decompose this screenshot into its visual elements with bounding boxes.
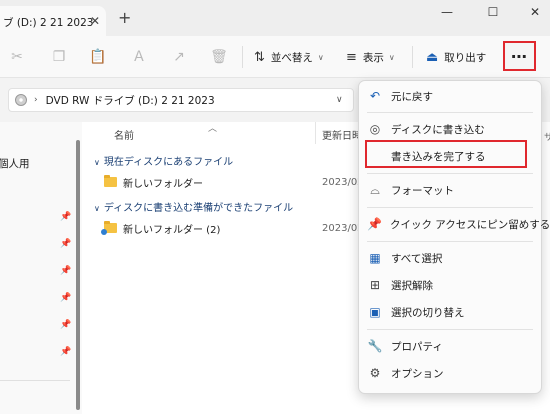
file-row[interactable]: 新しいフォルダー (2) bbox=[101, 220, 221, 236]
menu-separator bbox=[367, 329, 533, 330]
pin-icon[interactable]: 📌 bbox=[60, 239, 71, 249]
chevron-down-icon: ∨ bbox=[317, 52, 324, 62]
eject-label: 取り出す bbox=[444, 51, 487, 64]
menu-item-options[interactable]: ⚙ オプション bbox=[359, 360, 541, 386]
group-header-current[interactable]: ∨ 現在ディスクにあるファイル bbox=[94, 153, 233, 168]
burn-disc-icon: ◎ bbox=[369, 122, 381, 136]
view-label: 表示 bbox=[362, 51, 384, 64]
view-button[interactable]: ≡ 表示 ∨ bbox=[346, 47, 395, 67]
menu-item-burn[interactable]: ◎ ディスクに書き込む bbox=[359, 116, 541, 142]
address-bar[interactable]: › DVD RW ドライブ (D:) 2 21 2023 ∨ bbox=[8, 88, 354, 112]
nav-scrollbar[interactable] bbox=[76, 140, 80, 410]
rename-icon[interactable]: Ａ bbox=[130, 48, 148, 66]
nav-item-personal[interactable]: 個人用 bbox=[0, 156, 30, 171]
gear-icon: ⚙ bbox=[369, 366, 381, 380]
menu-label: 選択解除 bbox=[391, 279, 433, 292]
menu-separator bbox=[367, 207, 533, 208]
tab-drive[interactable]: ブ (D:) 2 21 2023 ✕ bbox=[0, 6, 106, 36]
select-all-icon: ▦ bbox=[369, 251, 381, 265]
view-icon: ≡ bbox=[346, 49, 357, 65]
pin-icon[interactable]: 📌 bbox=[60, 212, 71, 222]
menu-item-properties[interactable]: 🔧 プロパティ bbox=[359, 333, 541, 359]
toolbar-separator bbox=[242, 46, 243, 68]
group-label: 現在ディスクにあるファイル bbox=[103, 157, 234, 168]
sort-button[interactable]: ⇅ 並べ替え ∨ bbox=[254, 47, 324, 67]
menu-item-pin-quick-access[interactable]: 📌 クイック アクセスにピン留めする bbox=[359, 211, 550, 237]
tab-strip: ブ (D:) 2 21 2023 ✕ + — ☐ ✕ bbox=[0, 0, 550, 36]
menu-label: フォーマット bbox=[391, 184, 454, 197]
group-header-ready[interactable]: ∨ ディスクに書き込む準備ができたファイル bbox=[94, 199, 293, 214]
cut-icon[interactable]: ✂ bbox=[8, 48, 26, 66]
sort-label: 並べ替え bbox=[270, 51, 313, 64]
disc-icon bbox=[15, 94, 27, 106]
format-drive-icon: ⌓ bbox=[370, 182, 380, 197]
sort-arrow-icon: ︿ bbox=[208, 124, 218, 134]
menu-label: ディスクに書き込む bbox=[391, 123, 485, 136]
new-tab-icon[interactable]: + bbox=[118, 10, 131, 26]
file-name: 新しいフォルダー bbox=[123, 178, 203, 190]
folder-burn-icon bbox=[101, 221, 117, 235]
eject-button[interactable]: ⏏ 取り出す bbox=[426, 47, 486, 67]
chevron-down-icon: ∨ bbox=[388, 52, 395, 62]
pin-icon[interactable]: 📌 bbox=[60, 320, 71, 330]
menu-item-invert-selection[interactable]: ▣ 選択の切り替え bbox=[359, 299, 541, 325]
highlight-box bbox=[365, 140, 527, 168]
tab-title: ブ (D:) 2 21 2023 bbox=[3, 17, 94, 29]
menu-label: すべて選択 bbox=[391, 252, 443, 265]
select-none-icon: ⊞ bbox=[369, 278, 381, 292]
menu-item-format[interactable]: ⌓ フォーマット bbox=[359, 177, 541, 203]
pin-icon[interactable]: 📌 bbox=[60, 347, 71, 357]
sort-icon: ⇅ bbox=[254, 49, 265, 65]
nav-divider bbox=[0, 380, 70, 381]
menu-separator bbox=[367, 173, 533, 174]
menu-separator bbox=[367, 112, 533, 113]
menu-separator bbox=[367, 241, 533, 242]
folder-icon bbox=[104, 175, 117, 187]
pin-icon[interactable]: 📌 bbox=[60, 293, 71, 303]
paste-icon[interactable]: 📋 bbox=[89, 48, 107, 66]
toolbar-separator bbox=[412, 46, 413, 68]
column-header-size[interactable]: サ bbox=[544, 130, 550, 143]
wrench-icon: 🔧 bbox=[367, 339, 383, 353]
chevron-down-icon: ∨ bbox=[94, 204, 100, 213]
column-header-name[interactable]: 名前 bbox=[114, 127, 134, 142]
address-path: DVD RW ドライブ (D:) 2 21 2023 bbox=[45, 94, 215, 107]
chevron-down-icon: ∨ bbox=[94, 158, 100, 167]
file-row[interactable]: 新しいフォルダー bbox=[104, 174, 203, 190]
more-options-menu: ↶ 元に戻す ◎ ディスクに書き込む 書き込みを完了する ⌓ フォーマット 📌 … bbox=[358, 80, 550, 394]
delete-icon[interactable]: 🗑 bbox=[210, 48, 228, 66]
close-icon[interactable]: ✕ bbox=[90, 14, 100, 28]
file-name: 新しいフォルダー (2) bbox=[123, 224, 221, 236]
chevron-down-icon[interactable]: ∨ bbox=[336, 95, 343, 105]
group-label: ディスクに書き込む準備ができたファイル bbox=[103, 203, 294, 214]
share-icon[interactable]: ↗ bbox=[170, 48, 188, 66]
more-options-button[interactable]: ⋯ bbox=[503, 41, 536, 71]
menu-label: 元に戻す bbox=[391, 90, 433, 103]
window-close-icon[interactable]: ✕ bbox=[520, 0, 550, 24]
eject-icon: ⏏ bbox=[426, 49, 439, 65]
column-header-date[interactable]: 更新日時 bbox=[322, 127, 362, 142]
navigation-pane: 個人用 📌 📌 📌 📌 📌 📌 bbox=[0, 122, 82, 414]
menu-item-select-none[interactable]: ⊞ 選択解除 bbox=[359, 272, 541, 298]
pin-icon[interactable]: 📌 bbox=[60, 266, 71, 276]
menu-item-undo[interactable]: ↶ 元に戻す bbox=[359, 83, 541, 109]
menu-label: クイック アクセスにピン留めする bbox=[389, 218, 550, 231]
column-divider[interactable] bbox=[315, 122, 316, 144]
copy-icon[interactable]: ❐ bbox=[50, 48, 68, 66]
chevron-right-icon[interactable]: › bbox=[34, 95, 38, 105]
invert-selection-icon: ▣ bbox=[369, 305, 381, 319]
command-bar: ✂ ❐ 📋 Ａ ↗ 🗑 ⇅ 並べ替え ∨ ≡ 表示 ∨ ⏏ 取り出す bbox=[0, 36, 550, 78]
menu-label: 選択の切り替え bbox=[391, 306, 465, 319]
maximize-icon[interactable]: ☐ bbox=[478, 0, 508, 24]
menu-label: プロパティ bbox=[391, 340, 443, 353]
undo-icon: ↶ bbox=[369, 89, 381, 103]
menu-label: オプション bbox=[391, 367, 444, 380]
minimize-icon[interactable]: — bbox=[432, 0, 462, 24]
menu-item-select-all[interactable]: ▦ すべて選択 bbox=[359, 245, 541, 271]
pin-icon: 📌 bbox=[367, 217, 382, 231]
